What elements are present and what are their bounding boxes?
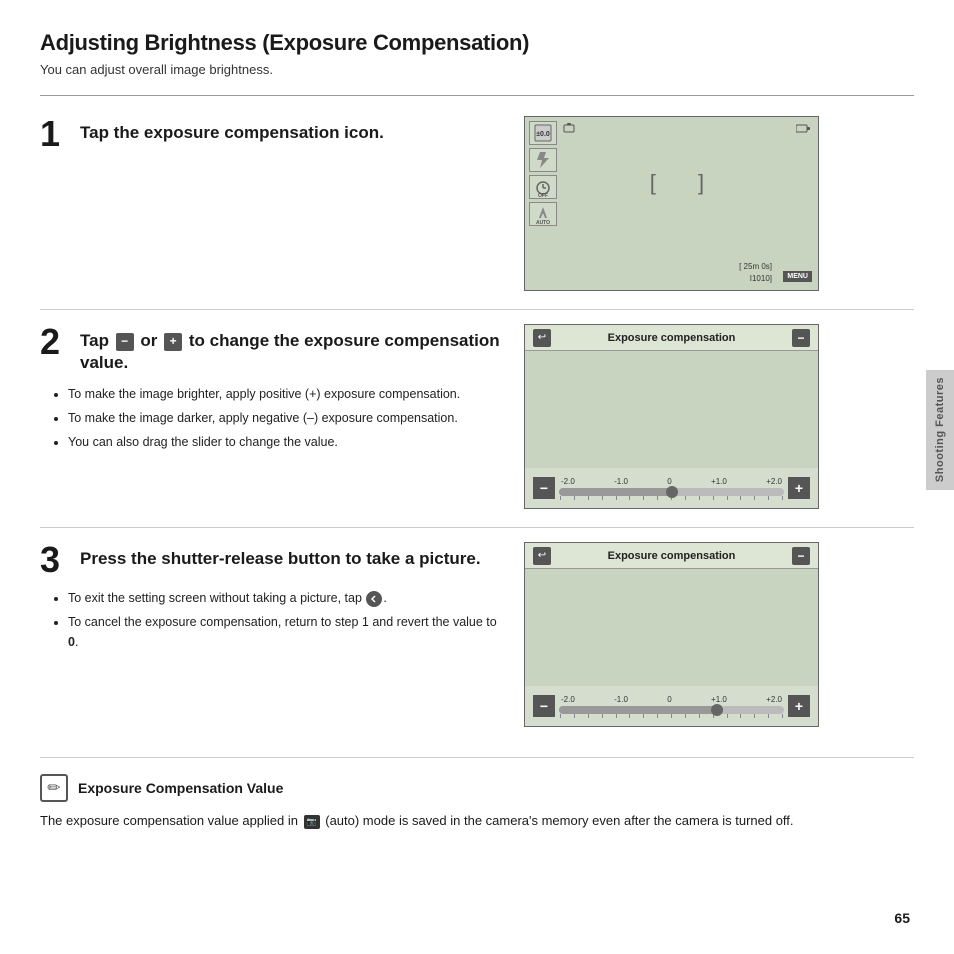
exp-plus-btn-2[interactable]: + — [788, 477, 810, 499]
back-icon-inline — [366, 591, 382, 607]
exp-scale-3: -2.0 -1.0 0 +1.0 +2.0 — [559, 695, 784, 704]
exp-header-3: ↩ Exposure compensation − — [525, 543, 818, 569]
exp-back-btn-3[interactable]: ↩ — [533, 547, 551, 565]
cam1-icon-timer: OFF — [529, 175, 557, 199]
exp-slider-container-3[interactable]: -2.0 -1.0 0 +1.0 +2.0 — [559, 695, 784, 718]
exp-thumb-3[interactable] — [711, 704, 723, 716]
cam1-icon-flash — [529, 148, 557, 172]
svg-text:±0.0: ±0.0 — [536, 131, 550, 138]
cam1-sidebar: ±0.0 OFF AUTO — [529, 121, 557, 226]
cam1-menu-button[interactable]: MENU — [783, 271, 812, 282]
step-2-header: 2 Tap − or + to change the exposure comp… — [40, 324, 500, 374]
exp-body-2 — [525, 351, 818, 480]
exp-back-btn-2[interactable]: ↩ — [533, 329, 551, 347]
side-tab: Shooting Features — [926, 370, 954, 490]
exp-body-3 — [525, 569, 818, 698]
note-title: Exposure Compensation Value — [78, 780, 283, 796]
cam1-icon-exposure: ±0.0 — [529, 121, 557, 145]
exp-title-3: Exposure compensation — [608, 550, 736, 562]
step-1-left: 1 Tap the exposure compensation icon. — [40, 116, 500, 162]
step-divider-1 — [40, 309, 914, 310]
bullet-3-2: To cancel the exposure compensation, ret… — [68, 612, 500, 652]
step-1-title: Tap the exposure compensation icon. — [80, 116, 384, 144]
step-1-screen: ±0.0 OFF AUTO [ ] — [524, 116, 819, 291]
exp-header-2: ↩ Exposure compensation − — [525, 325, 818, 351]
exp-slider-area-2[interactable]: − -2.0 -1.0 0 +1.0 +2.0 — [525, 468, 818, 508]
bullet-2-1: To make the image brighter, apply positi… — [68, 384, 500, 404]
step-2-bullets: To make the image brighter, apply positi… — [40, 384, 500, 452]
note-icon: ✏ — [40, 774, 68, 802]
cam1-viewfinder-bracket: [ ] — [650, 170, 722, 196]
step-2-left: 2 Tap − or + to change the exposure comp… — [40, 324, 500, 456]
camera-screen-1: ±0.0 OFF AUTO [ ] — [524, 116, 819, 291]
exp-minus-top-2: − — [792, 329, 810, 347]
plus-button-icon: + — [164, 333, 182, 351]
exp-track-3[interactable] — [559, 706, 784, 714]
exp-fill-3 — [559, 706, 717, 714]
side-tab-label: Shooting Features — [934, 377, 946, 482]
step-3-number: 3 — [40, 542, 70, 578]
step-2-title: Tap − or + to change the exposure compen… — [80, 324, 500, 374]
exp-minus-btn-2[interactable]: − — [533, 477, 555, 499]
top-divider — [40, 95, 914, 96]
step-3-header: 3 Press the shutter-release button to ta… — [40, 542, 500, 578]
step-1-number: 1 — [40, 116, 70, 152]
exp-track-2[interactable] — [559, 488, 784, 496]
exp-slider-area-3[interactable]: − -2.0 -1.0 0 +1.0 +2.0 — [525, 686, 818, 726]
step-3-row: 3 Press the shutter-release button to ta… — [40, 542, 914, 727]
exp-thumb-2[interactable] — [666, 486, 678, 498]
page-subtitle: You can adjust overall image brightness. — [40, 62, 914, 77]
bullet-3-1: To exit the setting screen without takin… — [68, 588, 500, 608]
cam1-top-right — [796, 123, 810, 133]
step-1-header: 1 Tap the exposure compensation icon. — [40, 116, 500, 152]
exp-fill-2 — [559, 488, 672, 496]
minus-button-icon: − — [116, 333, 134, 351]
bold-zero: 0 — [68, 635, 75, 649]
step-2-row: 2 Tap − or + to change the exposure comp… — [40, 324, 914, 509]
camera-icon-inline: 📷 — [304, 815, 320, 829]
note-header: ✏ Exposure Compensation Value — [40, 774, 914, 802]
cam1-bottom-info: [ 25m 0s] I1010] — [739, 261, 772, 285]
note-body: The exposure compensation value applied … — [40, 810, 914, 832]
step-divider-2 — [40, 527, 914, 528]
step-1-row: 1 Tap the exposure compensation icon. ±0… — [40, 116, 914, 291]
step-3-left: 3 Press the shutter-release button to ta… — [40, 542, 500, 656]
page-title: Adjusting Brightness (Exposure Compensat… — [40, 30, 914, 56]
exp-scale-2: -2.0 -1.0 0 +1.0 +2.0 — [559, 477, 784, 486]
exp-title-2: Exposure compensation — [608, 332, 736, 344]
step-3-screen: ↩ Exposure compensation − − -2.0 -1.0 0 … — [524, 542, 819, 727]
svg-text:OFF: OFF — [538, 193, 548, 197]
exp-slider-container-2[interactable]: -2.0 -1.0 0 +1.0 +2.0 — [559, 477, 784, 500]
exp-minus-top-3: − — [792, 547, 810, 565]
exp-plus-btn-3[interactable]: + — [788, 695, 810, 717]
bullet-2-3: You can also drag the slider to change t… — [68, 432, 500, 452]
step-2-number: 2 — [40, 324, 70, 360]
exposure-screen-2: ↩ Exposure compensation − − -2.0 -1.0 0 … — [524, 324, 819, 509]
exp-ticks-3 — [559, 714, 784, 718]
bullet-2-2: To make the image darker, apply negative… — [68, 408, 500, 428]
svg-text:AUTO: AUTO — [536, 220, 550, 224]
page-number: 65 — [894, 910, 910, 926]
exp-minus-btn-3[interactable]: − — [533, 695, 555, 717]
cam1-icon-auto: AUTO — [529, 202, 557, 226]
step-2-screen: ↩ Exposure compensation − − -2.0 -1.0 0 … — [524, 324, 819, 509]
exposure-screen-3: ↩ Exposure compensation − − -2.0 -1.0 0 … — [524, 542, 819, 727]
step-3-title: Press the shutter-release button to take… — [80, 542, 481, 570]
bottom-note: ✏ Exposure Compensation Value The exposu… — [40, 757, 914, 832]
step-3-bullets: To exit the setting screen without takin… — [40, 588, 500, 652]
